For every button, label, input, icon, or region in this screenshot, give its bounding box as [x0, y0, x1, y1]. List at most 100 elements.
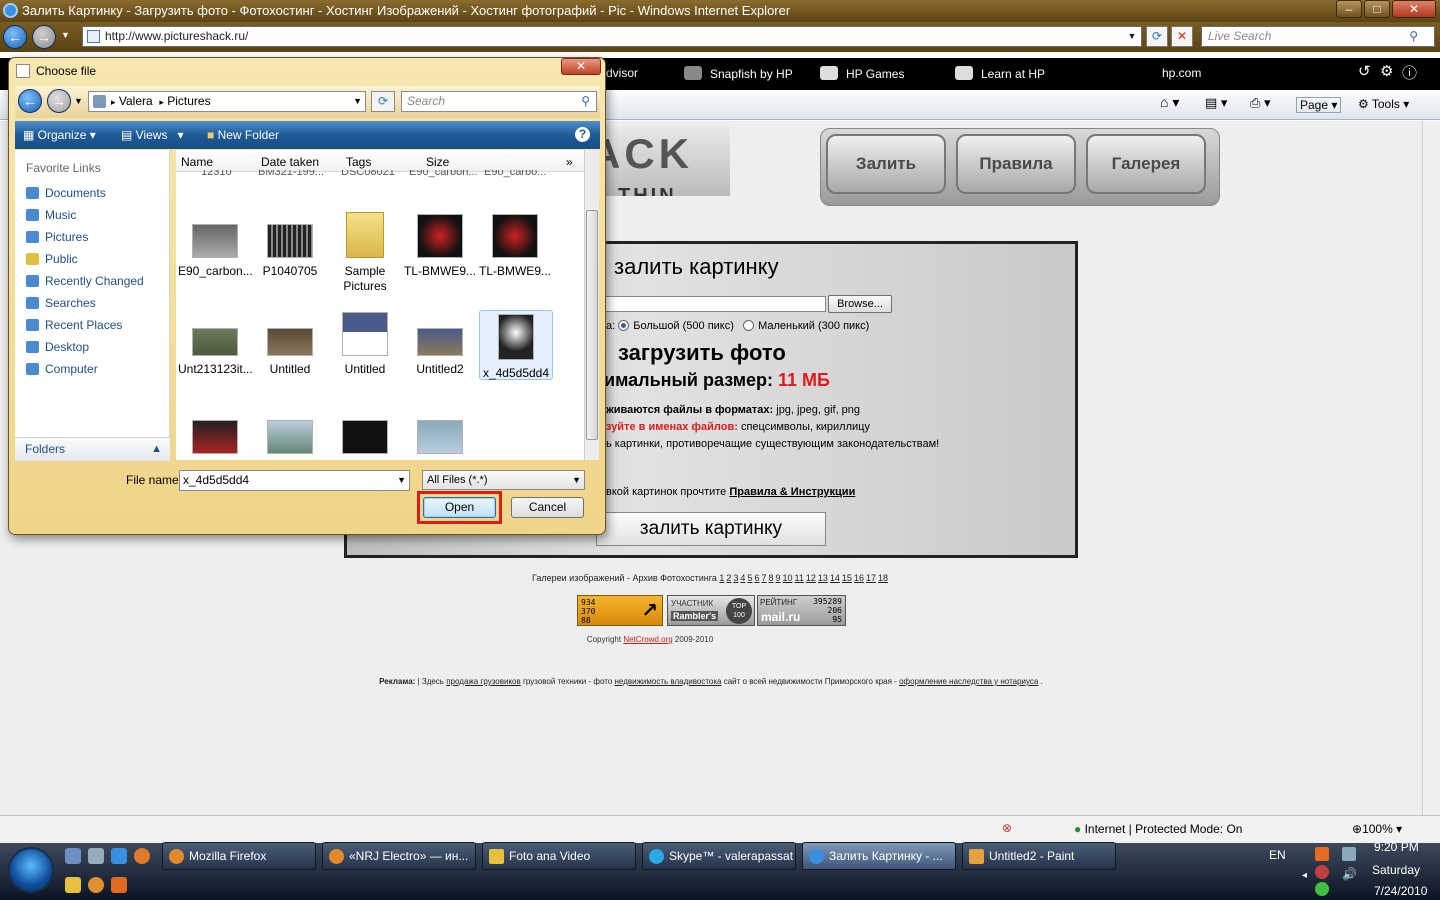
show-hidden-icons[interactable]: ◂ [1302, 870, 1307, 881]
file-item[interactable]: Unt213123it... [178, 328, 252, 377]
address-bar[interactable]: http://www.pictureshack.ru/ ▼ [82, 26, 1142, 47]
refresh-button[interactable]: ⟳ [1146, 26, 1168, 47]
home-icon[interactable]: ⌂ ▾ [1160, 94, 1179, 111]
gallery-page-link[interactable]: 2 [726, 573, 731, 583]
link-snapfish[interactable]: Snapfish by HP [684, 66, 793, 81]
new-folder-button[interactable]: ■ New Folder [207, 128, 279, 142]
counter-liveinternet[interactable]: 934 370 88 ↗ [577, 595, 663, 626]
submit-upload-button[interactable]: залить картинку [596, 512, 826, 546]
netcrowd-link[interactable]: NetCrowd.org [623, 635, 672, 644]
tray-antivirus-icon[interactable] [1315, 865, 1329, 879]
clock-time[interactable]: 9:20 PM [1374, 840, 1419, 854]
counter-rambler[interactable]: УЧАСТНИК Rambler's TOP 100 [667, 595, 755, 626]
fav-computer[interactable]: Computer [26, 362, 98, 376]
switch-windows-icon[interactable] [88, 848, 104, 864]
ad-link-realty[interactable]: недвижимость владивостока [615, 677, 722, 686]
clock-day[interactable]: Saturday [1372, 863, 1420, 877]
gallery-page-link[interactable]: 7 [761, 573, 766, 583]
task-nrj[interactable]: «NRJ Electro» — ин... [322, 842, 476, 870]
gallery-page-link[interactable]: 8 [768, 573, 773, 583]
task-firefox[interactable]: Mozilla Firefox [162, 842, 316, 870]
live-search-input[interactable]: Live Search ⚲ [1201, 26, 1435, 47]
file-type-select[interactable]: All Files (*.*) ▼ [422, 470, 585, 490]
feeds-icon[interactable]: ▤ ▾ [1205, 95, 1227, 111]
dialog-back-button[interactable]: ← [18, 89, 42, 113]
views-menu[interactable]: ▤ Views ▾ [121, 128, 184, 142]
dialog-forward-button[interactable]: → [47, 89, 71, 113]
back-button[interactable]: ← [3, 25, 27, 49]
task-ie[interactable]: Залить Картинку - ... [802, 842, 956, 870]
file-name-input[interactable]: x_4d5d5dd4 ▼ [179, 470, 410, 491]
task-skype[interactable]: Skype™ - valerapassat [642, 842, 796, 870]
col-size[interactable]: Size [426, 155, 449, 169]
gallery-page-link[interactable]: 18 [878, 573, 888, 583]
gallery-page-link[interactable]: 16 [854, 573, 864, 583]
ad-link-trucks[interactable]: продажа грузовиков [446, 677, 521, 686]
file-item[interactable] [328, 420, 402, 460]
minimize-button[interactable]: – [1336, 0, 1362, 18]
file-list-scrollbar[interactable] [584, 150, 599, 460]
file-item[interactable]: Untitled2 [403, 328, 477, 377]
file-item-selected[interactable]: x_4d5d5dd4 [479, 310, 553, 380]
scrollbar-thumb[interactable] [586, 210, 598, 440]
gallery-page-link[interactable]: 6 [754, 573, 759, 583]
start-button[interactable] [8, 847, 54, 893]
page-scrollbar[interactable] [1422, 121, 1440, 815]
fav-documents[interactable]: Documents [26, 186, 106, 200]
fav-searches[interactable]: Searches [26, 296, 96, 310]
crumb-valera[interactable]: Valera [119, 94, 153, 108]
col-date-taken[interactable]: Date taken [261, 155, 319, 169]
gallery-page-link[interactable]: 14 [830, 573, 840, 583]
show-desktop-icon[interactable] [65, 848, 81, 864]
app-icon[interactable] [111, 877, 127, 893]
link-learn-at-hp[interactable]: Learn at HP [955, 66, 1045, 81]
file-item[interactable]: TL-BMWE9... [478, 214, 552, 279]
history-dropdown-icon[interactable]: ▼ [61, 30, 70, 40]
open-button[interactable]: Open [423, 497, 496, 518]
firefox-quicklaunch-icon[interactable] [134, 848, 150, 864]
folders-toggle[interactable]: Folders ▲ [15, 437, 170, 461]
ie-quicklaunch-icon[interactable] [111, 848, 127, 864]
gallery-page-link[interactable]: 12 [806, 573, 816, 583]
link-advisor[interactable]: dvisor [606, 66, 638, 80]
cancel-button[interactable]: Cancel [511, 497, 584, 518]
task-paint[interactable]: Untitled2 - Paint [962, 842, 1116, 870]
ad-link-notary[interactable]: оформление наследства у нотариуса [899, 677, 1038, 686]
chevron-down-icon[interactable]: ▼ [1125, 27, 1139, 46]
fav-recent-places[interactable]: Recent Places [26, 318, 122, 332]
file-item[interactable]: Untitled [328, 312, 402, 377]
fav-music[interactable]: Music [26, 208, 76, 222]
size-small-radio[interactable] [743, 320, 755, 331]
media-icon[interactable] [65, 877, 81, 893]
file-item[interactable]: Untitled [253, 328, 327, 377]
file-item[interactable] [178, 420, 252, 460]
file-path-input[interactable] [604, 296, 826, 312]
crumb-pictures[interactable]: Pictures [167, 94, 210, 108]
file-item[interactable]: TL-BMWE9... [403, 214, 477, 279]
gallery-page-link[interactable]: 10 [783, 573, 793, 583]
clock-date[interactable]: 7/24/2010 [1374, 884, 1427, 898]
language-indicator[interactable]: EN [1269, 848, 1286, 862]
gallery-page-link[interactable]: 3 [733, 573, 738, 583]
fav-pictures[interactable]: Pictures [26, 230, 88, 244]
tools-menu[interactable]: ⚙ Tools ▾ [1358, 97, 1409, 111]
zoom-level[interactable]: ⊕100% ▾ [1352, 822, 1402, 836]
maximize-button[interactable]: □ [1364, 0, 1390, 18]
organize-menu[interactable]: ▦ Organize ▾ [23, 128, 96, 142]
help-icon[interactable]: ⓘ [1402, 62, 1417, 83]
col-name[interactable]: Name [181, 155, 213, 169]
gallery-page-link[interactable]: 15 [842, 573, 852, 583]
file-item-folder[interactable]: Sample Pictures [328, 212, 402, 294]
chevron-down-icon[interactable]: ▼ [572, 471, 581, 489]
file-item[interactable] [253, 420, 327, 460]
search-icon[interactable]: ⚲ [1409, 27, 1418, 46]
browse-button[interactable]: Browse... [828, 295, 892, 313]
gear-icon[interactable]: ⚙ [1380, 62, 1393, 80]
more-columns[interactable]: » [566, 155, 573, 169]
close-button[interactable]: ✕ [1392, 0, 1436, 18]
zone-status[interactable]: ● Internet | Protected Mode: On [1074, 822, 1242, 836]
tray-app-icon[interactable] [1315, 847, 1329, 861]
rules-link[interactable]: Правила & Инструкции [729, 486, 855, 498]
fav-desktop[interactable]: Desktop [26, 340, 89, 354]
dialog-breadcrumb[interactable]: ▸ Valera ▸ Pictures ▼ [88, 91, 366, 112]
